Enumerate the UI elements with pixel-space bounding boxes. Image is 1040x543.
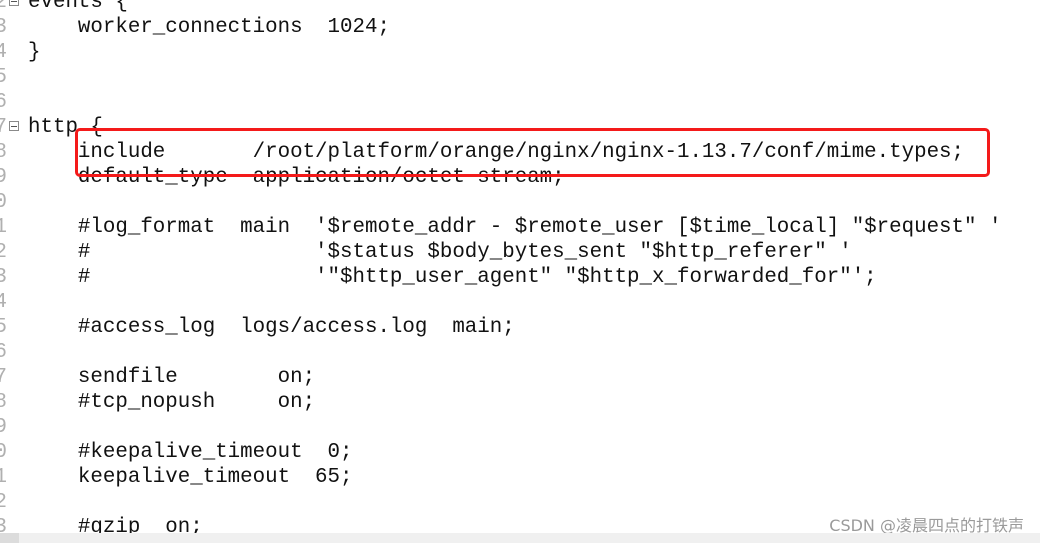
code-text: #log_format main '$remote_addr - $remote…	[28, 216, 1002, 239]
line-number: 16	[0, 91, 7, 114]
code-line[interactable]: 16	[0, 90, 1040, 115]
code-line[interactable]: 29	[0, 415, 1040, 440]
code-text: # '"$http_user_agent" "$http_x_forwarded…	[28, 266, 877, 289]
code-text: keepalive_timeout 65;	[28, 466, 353, 489]
line-number: 22	[0, 241, 7, 264]
line-number: 17	[0, 116, 7, 139]
line-number: 32	[0, 491, 7, 514]
line-number: 31	[0, 466, 7, 489]
code-text: }	[28, 41, 41, 64]
code-text: #access_log logs/access.log main;	[28, 316, 515, 339]
line-number: 12	[0, 0, 7, 14]
code-text: # '$status $body_bytes_sent "$http_refer…	[28, 241, 852, 264]
fold-collapse-icon[interactable]	[9, 0, 19, 6]
code-line[interactable]: 30 #keepalive_timeout 0;	[0, 440, 1040, 465]
code-line[interactable]: 31 keepalive_timeout 65;	[0, 465, 1040, 490]
code-line[interactable]: 13 worker_connections 1024;	[0, 15, 1040, 40]
line-number: 13	[0, 16, 7, 39]
horizontal-scrollbar[interactable]	[0, 533, 1040, 543]
line-number: 27	[0, 366, 7, 389]
line-number: 15	[0, 66, 7, 89]
line-number: 18	[0, 141, 7, 164]
code-text: #tcp_nopush on;	[28, 391, 316, 414]
line-number: 29	[0, 416, 7, 439]
code-text: events {	[28, 0, 128, 14]
line-number: 20	[0, 191, 7, 214]
line-number: 21	[0, 216, 7, 239]
code-text: sendfile on;	[28, 366, 316, 389]
code-text: worker_connections 1024;	[28, 16, 390, 39]
line-number: 24	[0, 291, 7, 314]
code-line[interactable]: 27 sendfile on;	[0, 365, 1040, 390]
highlight-box	[75, 128, 990, 177]
code-line[interactable]: 21 #log_format main '$remote_addr - $rem…	[0, 215, 1040, 240]
code-line[interactable]: 23 # '"$http_user_agent" "$http_x_forwar…	[0, 265, 1040, 290]
line-number: 28	[0, 391, 7, 414]
code-line[interactable]: 26	[0, 340, 1040, 365]
line-number: 14	[0, 41, 7, 64]
line-number: 30	[0, 441, 7, 464]
line-number: 26	[0, 341, 7, 364]
code-text: #keepalive_timeout 0;	[28, 441, 353, 464]
fold-collapse-icon[interactable]	[9, 121, 19, 131]
code-line[interactable]: 24	[0, 290, 1040, 315]
code-line[interactable]: 28 #tcp_nopush on;	[0, 390, 1040, 415]
code-line[interactable]: 15	[0, 65, 1040, 90]
line-number: 23	[0, 266, 7, 289]
code-line[interactable]: 12 events {	[0, 0, 1040, 15]
scrollbar-thumb[interactable]	[0, 533, 19, 543]
code-line[interactable]: 14}	[0, 40, 1040, 65]
code-line[interactable]: 25 #access_log logs/access.log main;	[0, 315, 1040, 340]
line-number: 25	[0, 316, 7, 339]
code-line[interactable]: 20	[0, 190, 1040, 215]
code-line[interactable]: 22 # '$status $body_bytes_sent "$http_re…	[0, 240, 1040, 265]
line-number: 19	[0, 166, 7, 189]
